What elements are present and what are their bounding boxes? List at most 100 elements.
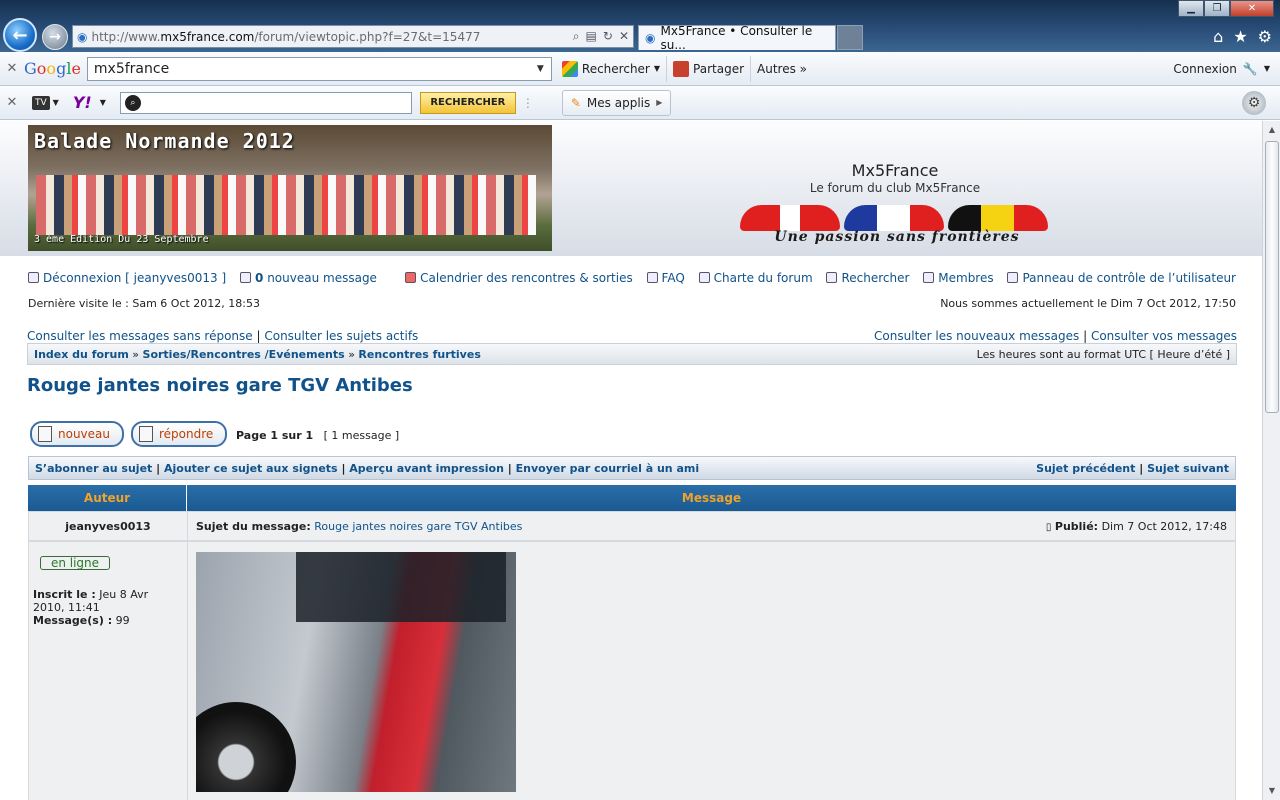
- share-button[interactable]: Partager: [667, 55, 752, 82]
- compat-view-icon[interactable]: ▤: [586, 29, 597, 44]
- breadcrumb-index[interactable]: Index du forum: [34, 348, 129, 361]
- pm-icon: [240, 272, 252, 283]
- posted-label: Publié:: [1054, 519, 1099, 533]
- topic-title[interactable]: Rouge jantes noires gare TGV Antibes: [27, 375, 413, 396]
- search-icon: [826, 272, 838, 283]
- faq-link[interactable]: FAQ: [662, 271, 685, 285]
- charter-icon: [698, 272, 710, 283]
- print-link[interactable]: Aperçu avant impression: [349, 462, 504, 475]
- favorites-star-icon[interactable]: ★: [1233, 27, 1247, 46]
- settings-gear-icon[interactable]: ⚙: [1242, 91, 1266, 115]
- apps-icon: ✎: [570, 95, 581, 110]
- logout-link[interactable]: Déconnexion [ jeanyves0013 ]: [43, 271, 226, 285]
- chevron-down-icon[interactable]: ▼: [100, 98, 106, 107]
- post-body: en ligne Inscrit le : Jeu 8 Avr 2010, 11…: [28, 541, 1236, 800]
- car-window: [296, 552, 506, 622]
- browser-icons: ⌂ ★ ⚙: [1213, 27, 1272, 46]
- tab-title: Mx5France • Consulter le su...: [660, 24, 813, 52]
- apps-button[interactable]: ✎ Mes applis ▶: [561, 89, 672, 116]
- search-link[interactable]: Rechercher: [841, 271, 909, 285]
- breadcrumb-sep: »: [132, 347, 140, 361]
- vertical-scrollbar[interactable]: ▲ ▼: [1262, 121, 1280, 800]
- new-topic-button[interactable]: nouveau: [30, 421, 124, 447]
- yahoo-logo[interactable]: Y!: [73, 93, 92, 112]
- back-button[interactable]: ←: [3, 18, 37, 52]
- your-posts-link[interactable]: Consulter vos messages: [1091, 329, 1237, 343]
- calendar-link[interactable]: Calendrier des rencontres & sorties: [420, 271, 633, 285]
- wrench-icon[interactable]: 🔧: [1243, 62, 1258, 76]
- breadcrumb-category[interactable]: Sorties/Rencontres /Evénements: [143, 348, 345, 361]
- restore-button[interactable]: ❐: [1204, 0, 1230, 17]
- prev-topic-link[interactable]: Sujet précédent: [1036, 462, 1135, 475]
- topic-actions: S’abonner au sujet | Ajouter ce sujet au…: [28, 456, 1236, 480]
- google-search-label: Rechercher: [581, 61, 650, 76]
- close-window-button[interactable]: ✕: [1230, 0, 1274, 17]
- refresh-icon[interactable]: ↻: [603, 29, 613, 44]
- active-topics-link[interactable]: Consulter les sujets actifs: [264, 329, 418, 343]
- ie-page-icon: ◉: [645, 31, 656, 45]
- more-button[interactable]: Autres »: [751, 56, 813, 82]
- posts-label: Message(s) :: [33, 614, 113, 627]
- chevron-down-icon: ▼: [653, 64, 661, 73]
- scroll-thumb[interactable]: [1265, 141, 1279, 413]
- google-toolbar: ✕ Google mx5france ▼ Rechercher ▼ Partag…: [0, 52, 1280, 86]
- reply-button[interactable]: répondre: [131, 421, 228, 447]
- tab-active[interactable]: ◉ Mx5France • Consulter le su...: [638, 24, 836, 52]
- new-msg-count[interactable]: 0: [255, 271, 263, 285]
- new-message-link[interactable]: nouveau message: [267, 271, 377, 285]
- login-button[interactable]: Connexion 🔧 ▼: [1173, 62, 1270, 76]
- post-subject-link[interactable]: Rouge jantes noires gare TGV Antibes: [314, 520, 522, 533]
- search-icon[interactable]: ⌕: [573, 29, 580, 44]
- last-visit: Dernière visite le : Sam 6 Oct 2012, 18:…: [28, 297, 260, 310]
- chevron-right-icon: ▶: [656, 98, 663, 107]
- car-wheel: [196, 702, 296, 792]
- new-posts-link[interactable]: Consulter les nouveaux messages: [874, 329, 1079, 343]
- belgian-car-icon: [948, 205, 1048, 231]
- post-icon[interactable]: ▯: [1046, 522, 1052, 533]
- post-image[interactable]: [196, 552, 516, 792]
- stop-icon[interactable]: ✕: [619, 29, 629, 44]
- address-bar[interactable]: ◉ http://www. mx5france.com/forum/viewtop…: [72, 25, 634, 48]
- pagination: Page 1 sur 1 [ 1 message ]: [236, 429, 399, 442]
- google-search-button[interactable]: Rechercher ▼: [556, 55, 668, 82]
- google-search-input[interactable]: mx5france ▼: [86, 56, 552, 81]
- yahoo-toolbar: ✕ TV ▼ Y! ▼ ⌕ RECHERCHER ⋮ ✎ Mes applis …: [0, 86, 1280, 120]
- close-toolbar-icon[interactable]: ✕: [0, 95, 24, 110]
- swiss-car-icon: [740, 205, 840, 231]
- banner-photo[interactable]: Balade Normande 2012 3 ème Edition Du 23…: [28, 125, 552, 251]
- unanswered-link[interactable]: Consulter les messages sans réponse: [27, 329, 253, 343]
- members-link[interactable]: Membres: [938, 271, 993, 285]
- new-tab-button[interactable]: [837, 25, 863, 50]
- chevron-down-icon: ▼: [1263, 64, 1270, 73]
- tv-icon[interactable]: TV: [32, 95, 50, 110]
- subscribe-link[interactable]: S’abonner au sujet: [35, 462, 152, 475]
- home-icon[interactable]: ⌂: [1213, 27, 1223, 46]
- forward-button[interactable]: →: [42, 24, 68, 50]
- online-badge: en ligne: [40, 556, 110, 570]
- message-count: [ 1 message ]: [323, 429, 400, 442]
- charter-link[interactable]: Charte du forum: [714, 271, 813, 285]
- breadcrumb-forum[interactable]: Rencontres furtives: [358, 348, 480, 361]
- email-link[interactable]: Envoyer par courriel à un ami: [516, 462, 700, 475]
- minimize-button[interactable]: ▁: [1178, 0, 1204, 17]
- tools-gear-icon[interactable]: ⚙: [1258, 27, 1272, 46]
- post-header: jeanyves0013 Sujet du message: Rouge jan…: [28, 511, 1236, 541]
- user-nav-row: Déconnexion [ jeanyves0013 ] 0 nouveau m…: [28, 271, 1236, 285]
- close-toolbar-icon[interactable]: ✕: [0, 61, 24, 76]
- scroll-up-icon[interactable]: ▲: [1265, 123, 1279, 137]
- visit-info-row: Dernière visite le : Sam 6 Oct 2012, 18:…: [28, 297, 1236, 310]
- new-topic-label: nouveau: [58, 427, 110, 441]
- bookmark-link[interactable]: Ajouter ce sujet aux signets: [164, 462, 338, 475]
- chevron-down-icon[interactable]: ▼: [53, 98, 59, 107]
- scroll-down-icon[interactable]: ▼: [1265, 784, 1279, 798]
- ucp-link[interactable]: Panneau de contrôle de l’utilisateur: [1022, 271, 1236, 285]
- next-topic-link[interactable]: Sujet suivant: [1147, 462, 1229, 475]
- posts-table-header: Auteur Message: [28, 485, 1236, 511]
- dropdown-icon[interactable]: ▼: [537, 64, 551, 74]
- yahoo-search-input[interactable]: ⌕: [119, 91, 412, 114]
- post-author[interactable]: jeanyves0013: [29, 512, 188, 540]
- logout-icon: [28, 272, 39, 283]
- yahoo-search-button[interactable]: RECHERCHER: [419, 91, 516, 114]
- site-description: Le forum du club Mx5France: [809, 181, 981, 195]
- google-g-icon: [561, 60, 578, 77]
